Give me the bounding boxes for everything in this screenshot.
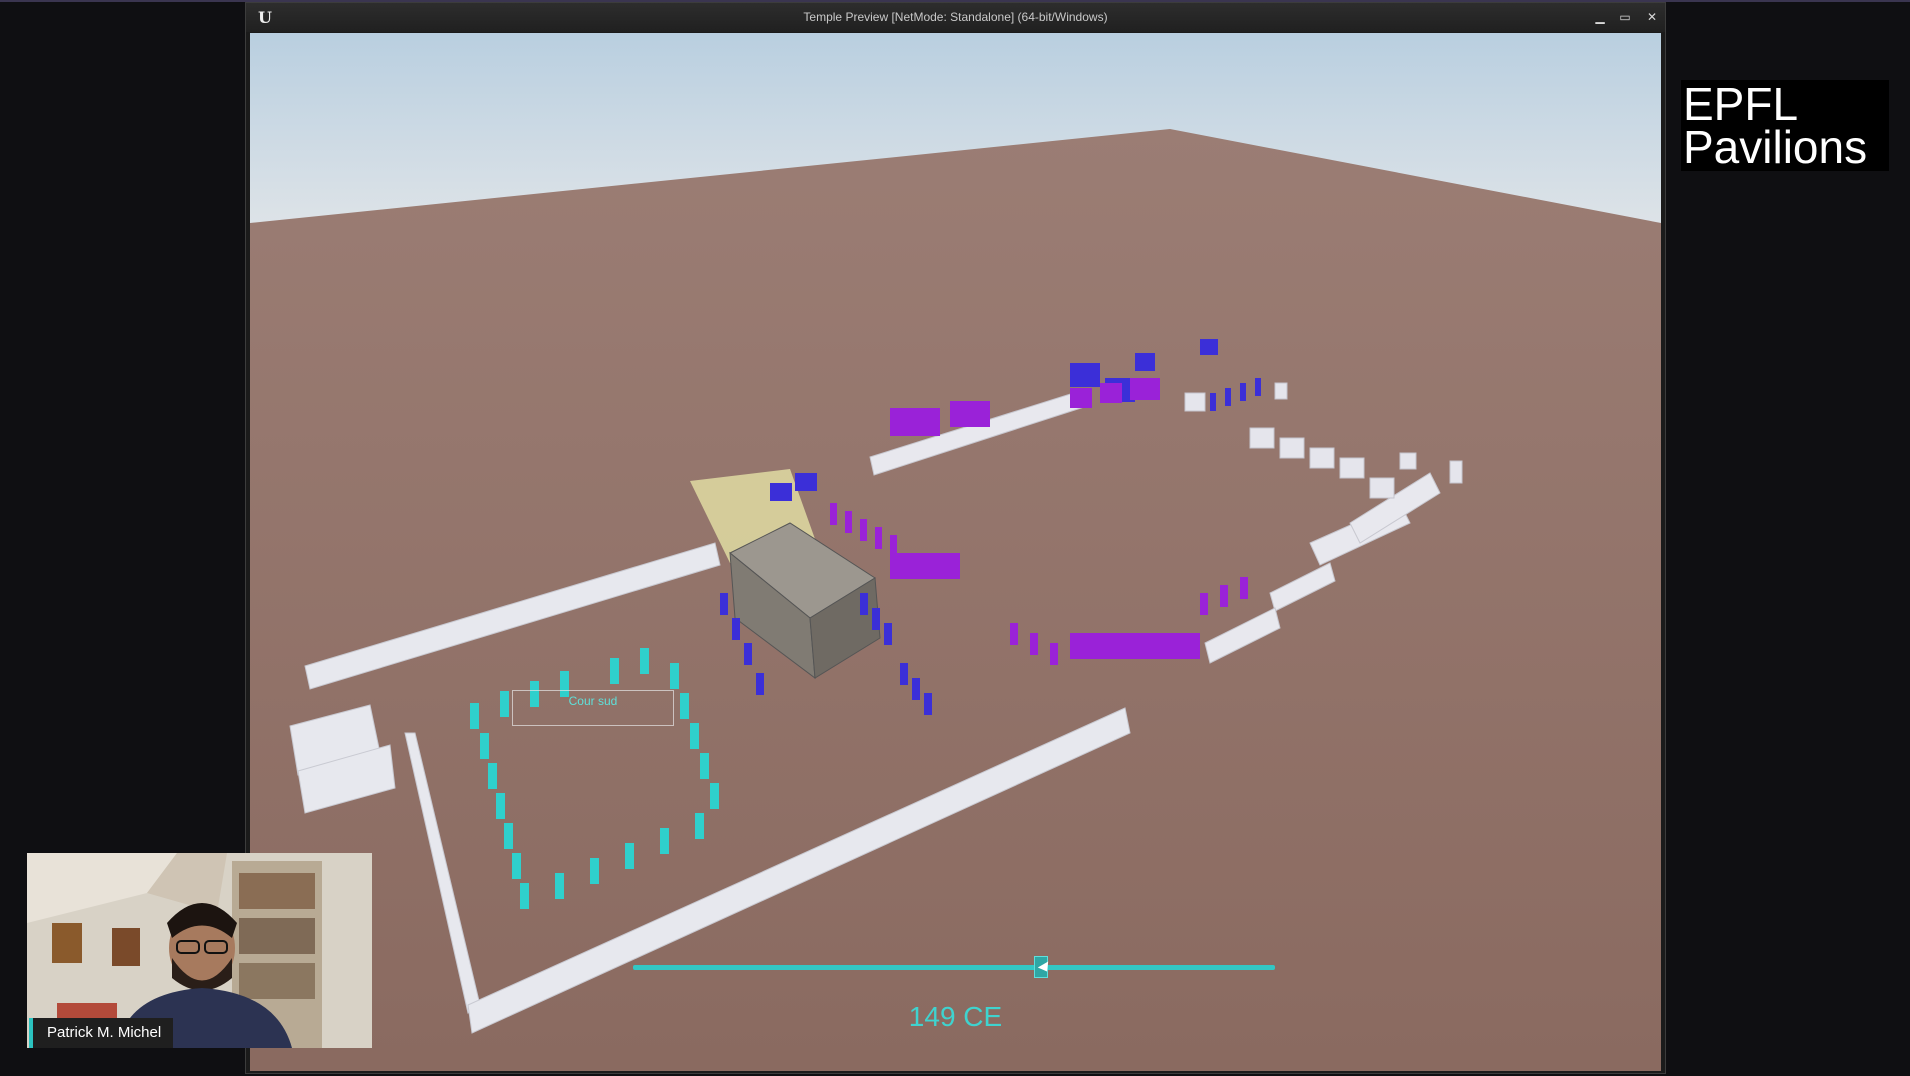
window-titlebar[interactable]: U Temple Preview [NetMode: Standalone] (… <box>246 3 1665 32</box>
court-label: Cour sud <box>512 690 674 726</box>
window-title: Temple Preview [NetMode: Standalone] (64… <box>803 10 1108 24</box>
timeline-slider-track[interactable] <box>633 965 1275 970</box>
brand-line-1: EPFL <box>1683 78 1799 130</box>
3d-viewport[interactable]: Cour sud 149 CE <box>250 33 1661 1071</box>
close-button[interactable]: ✕ <box>1639 8 1665 26</box>
epfl-pavilions-logo: EPFL Pavilions <box>1681 80 1889 171</box>
brand-line-2: Pavilions <box>1683 121 1868 173</box>
maximize-button[interactable]: ▭ <box>1612 8 1638 26</box>
speaker-name-label: Patrick M. Michel <box>29 1018 174 1048</box>
timeline-year-label: 149 CE <box>908 1001 1003 1032</box>
temple-scene <box>250 33 1661 1071</box>
minimize-button[interactable]: ▁ <box>1587 8 1613 26</box>
unreal-preview-window[interactable]: U Temple Preview [NetMode: Standalone] (… <box>245 2 1666 1074</box>
